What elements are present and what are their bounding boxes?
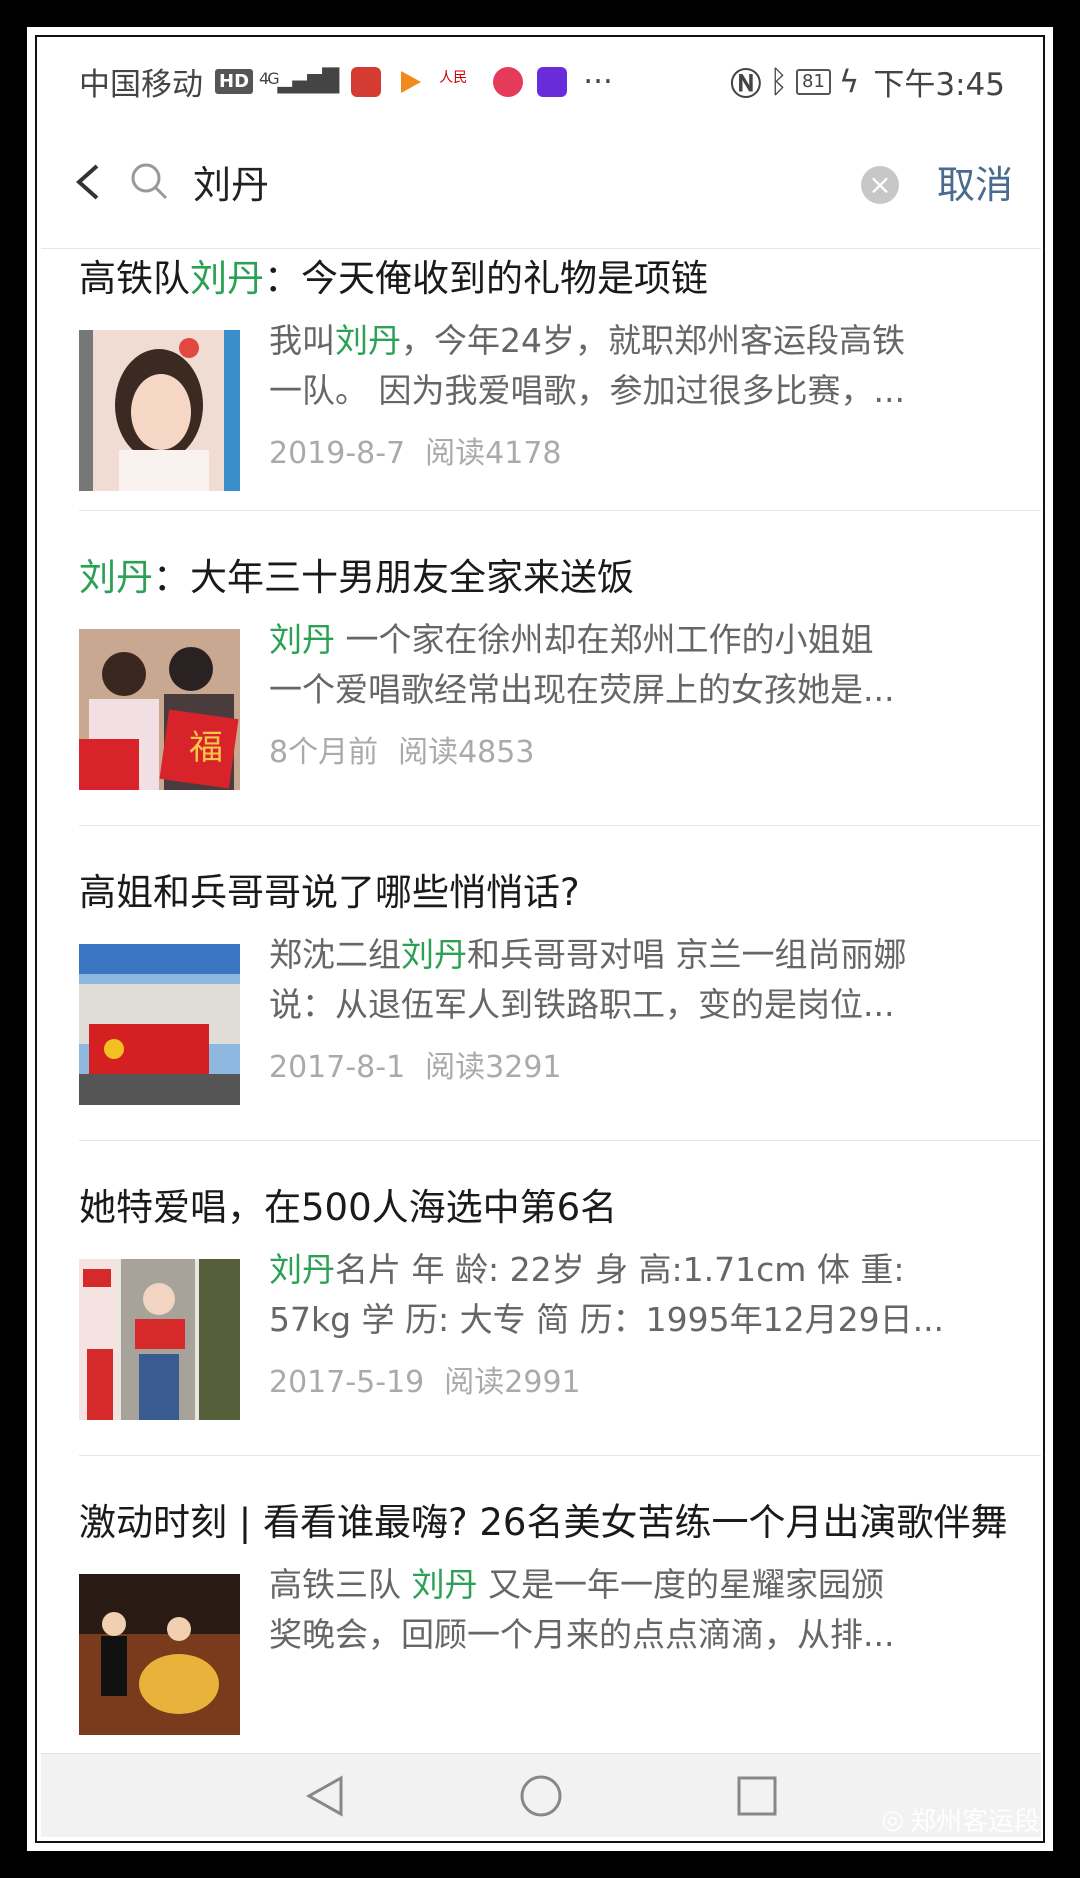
nav-back-icon[interactable] <box>301 1772 349 1820</box>
result-meta: 2019-8-7 阅读4178 <box>269 428 562 472</box>
netease-app-icon <box>351 66 382 97</box>
result-item[interactable]: 刘丹：大年三十男朋友全家来送饭 福 刘丹 一个家在徐州却在郑州工作的小姐姐 一个… <box>79 511 1041 826</box>
wechat-icon: ◎ <box>881 1804 904 1835</box>
play-app-icon <box>537 66 568 97</box>
result-thumbnail: 福 <box>79 629 240 790</box>
result-snippet: 高铁三队 刘丹 又是一年一度的星耀家园颁 奖晚会，回顾一个月来的点点滴滴，从排.… <box>269 1560 1011 1660</box>
result-meta: 8个月前 阅读4853 <box>269 727 534 771</box>
result-snippet: 郑沈二组刘丹和兵哥哥对唱 京兰一组尚丽娜 说：从退伍军人到铁路职工，变的是岗位.… <box>269 930 1011 1030</box>
watermark: ◎ 郑州客运段 <box>881 1801 1040 1838</box>
result-title: 激动时刻 | 看看谁最嗨? 26名美女苦练一个月出演歌伴舞 <box>79 1456 1041 1552</box>
result-read-count: 阅读4853 <box>398 735 535 770</box>
snippet-text: 又是一年一度的星耀家园颁 <box>477 1565 884 1604</box>
nav-home-icon[interactable] <box>517 1772 565 1820</box>
nfc-icon: Ⓝ <box>730 67 762 103</box>
title-highlight: 刘丹 <box>190 257 264 300</box>
result-title: 她特爱唱，在500人海选中第6名 <box>79 1141 1041 1237</box>
charging-icon: ϟ <box>838 63 860 100</box>
result-item[interactable]: 激动时刻 | 看看谁最嗨? 26名美女苦练一个月出演歌伴舞 高铁三队 刘丹 又是… <box>79 1456 1041 1756</box>
snippet-text: 一个家在徐州却在郑州工作的小姐姐 <box>335 620 874 659</box>
snippet-highlight: 刘丹 <box>401 935 467 974</box>
status-bar: 中国移动 HD 4G▂▄▆█ 人民 ··· Ⓝ ᛒ 81 ϟ 下午3:45 <box>41 41 1041 116</box>
snippet-highlight: 刘丹 <box>335 321 401 360</box>
more-notifications-icon: ··· <box>583 63 613 100</box>
snippet-highlight: 刘丹 <box>411 1565 478 1604</box>
watermark-text: 郑州客运段 <box>909 1807 1040 1837</box>
snippet-text: 和兵哥哥对唱 京兰一组尚丽娜 <box>467 935 907 974</box>
result-thumbnail <box>79 1574 240 1735</box>
title-text: 她特爱唱，在500人海选中第6名 <box>79 1186 618 1229</box>
result-date: 8个月前 <box>269 735 379 770</box>
result-thumbnail <box>79 330 240 491</box>
result-snippet: 我叫刘丹，今年24岁，就职郑州客运段高铁 一队。 因为我爱唱歌，参加过很多比赛，… <box>269 316 1011 416</box>
snippet-text: 一个爱唱歌经常出现在荧屏上的女孩她是... <box>269 670 895 709</box>
snippet-text: 我叫 <box>269 321 335 360</box>
network-type: 4G <box>259 69 280 88</box>
result-date: 2019-8-7 <box>269 436 406 471</box>
result-title: 高姐和兵哥哥说了哪些悄悄话? <box>79 826 1041 922</box>
result-date: 2017-8-1 <box>269 1050 406 1085</box>
search-bar: 刘丹 × 取消 <box>41 116 1041 249</box>
photo-frame: 中国移动 HD 4G▂▄▆█ 人民 ··· Ⓝ ᛒ 81 ϟ 下午3:45 刘丹… <box>24 24 1056 1854</box>
carrier-label: 中国移动 <box>79 67 203 103</box>
nav-recent-apps-icon[interactable] <box>733 1772 781 1820</box>
result-thumbnail <box>79 1259 240 1420</box>
news-app-icon: 人民 <box>439 66 480 97</box>
result-snippet: 刘丹 一个家在徐州却在郑州工作的小姐姐 一个爱唱歌经常出现在荧屏上的女孩她是..… <box>269 615 1011 715</box>
snippet-highlight: 刘丹 <box>269 1250 335 1289</box>
bluetooth-icon: ᛒ <box>769 63 789 100</box>
result-date: 2017-5-19 <box>269 1365 425 1400</box>
snippet-text: 郑沈二组 <box>269 935 401 974</box>
result-read-count: 阅读2991 <box>444 1365 581 1400</box>
hd-badge: HD <box>215 69 254 94</box>
result-meta: 2017-5-19 阅读2991 <box>269 1357 581 1401</box>
signal-icon: 4G▂▄▆█ <box>259 69 339 94</box>
title-text: ：大年三十男朋友全家来送饭 <box>153 556 634 599</box>
snippet-text: ，今年24岁，就职郑州客运段高铁 <box>401 321 905 360</box>
result-title: 高铁队刘丹：今天俺收到的礼物是项链 <box>79 248 1041 308</box>
snippet-text: 高铁三队 <box>269 1565 412 1604</box>
result-thumbnail <box>79 944 240 1105</box>
back-arrow-icon[interactable] <box>73 162 103 202</box>
battery-indicator: 81 <box>796 68 831 95</box>
title-text: ：今天俺收到的礼物是项链 <box>264 257 708 300</box>
snippet-highlight: 刘丹 <box>269 620 335 659</box>
clear-search-icon[interactable]: × <box>861 166 899 204</box>
title-highlight: 刘丹 <box>79 556 153 599</box>
search-input[interactable]: 刘丹 <box>193 154 269 209</box>
snippet-text: 奖晚会，回顾一个月来的点点滴滴，从排... <box>269 1615 895 1654</box>
result-item[interactable]: 她特爱唱，在500人海选中第6名 刘丹名片 年 龄: 22岁 身 高:1.71c… <box>79 1141 1041 1456</box>
title-text: 激动时刻 | 看看谁最嗨? 26名美女苦练一个月出演歌伴舞 <box>79 1501 1008 1544</box>
result-meta: 2017-8-1 阅读3291 <box>269 1042 562 1086</box>
snippet-text: 一队。 因为我爱唱歌，参加过很多比赛，... <box>269 371 905 410</box>
music-app-icon <box>493 66 524 97</box>
result-read-count: 阅读4178 <box>425 436 562 471</box>
phone-screen: 中国移动 HD 4G▂▄▆█ 人民 ··· Ⓝ ᛒ 81 ϟ 下午3:45 刘丹… <box>41 41 1041 1837</box>
video-app-icon <box>395 66 426 97</box>
result-title: 刘丹：大年三十男朋友全家来送饭 <box>79 511 1041 607</box>
cancel-button[interactable]: 取消 <box>937 154 1013 209</box>
result-item[interactable]: 高姐和兵哥哥说了哪些悄悄话? 郑沈二组刘丹和兵哥哥对唱 京兰一组尚丽娜 说：从退… <box>79 826 1041 1141</box>
snippet-text: 57kg 学 历: 大专 简 历：1995年12月29日... <box>269 1300 945 1339</box>
result-read-count: 阅读3291 <box>425 1050 562 1085</box>
svg-text:福: 福 <box>189 728 223 768</box>
snippet-text: 说：从退伍军人到铁路职工，变的是岗位... <box>269 985 895 1024</box>
result-item[interactable]: 高铁队刘丹：今天俺收到的礼物是项链 我叫刘丹，今年24岁，就职郑州客运段高铁 一… <box>79 248 1041 511</box>
search-icon <box>131 163 168 200</box>
result-snippet: 刘丹名片 年 龄: 22岁 身 高:1.71cm 体 重: 57kg 学 历: … <box>269 1245 1011 1345</box>
clock-label: 下午3:45 <box>873 67 1005 103</box>
snippet-text: 名片 年 龄: 22岁 身 高:1.71cm 体 重: <box>335 1250 905 1289</box>
title-text: 高姐和兵哥哥说了哪些悄悄话? <box>79 871 580 914</box>
search-results-list: 高铁队刘丹：今天俺收到的礼物是项链 我叫刘丹，今年24岁，就职郑州客运段高铁 一… <box>41 248 1041 1756</box>
title-text: 高铁队 <box>79 257 190 300</box>
